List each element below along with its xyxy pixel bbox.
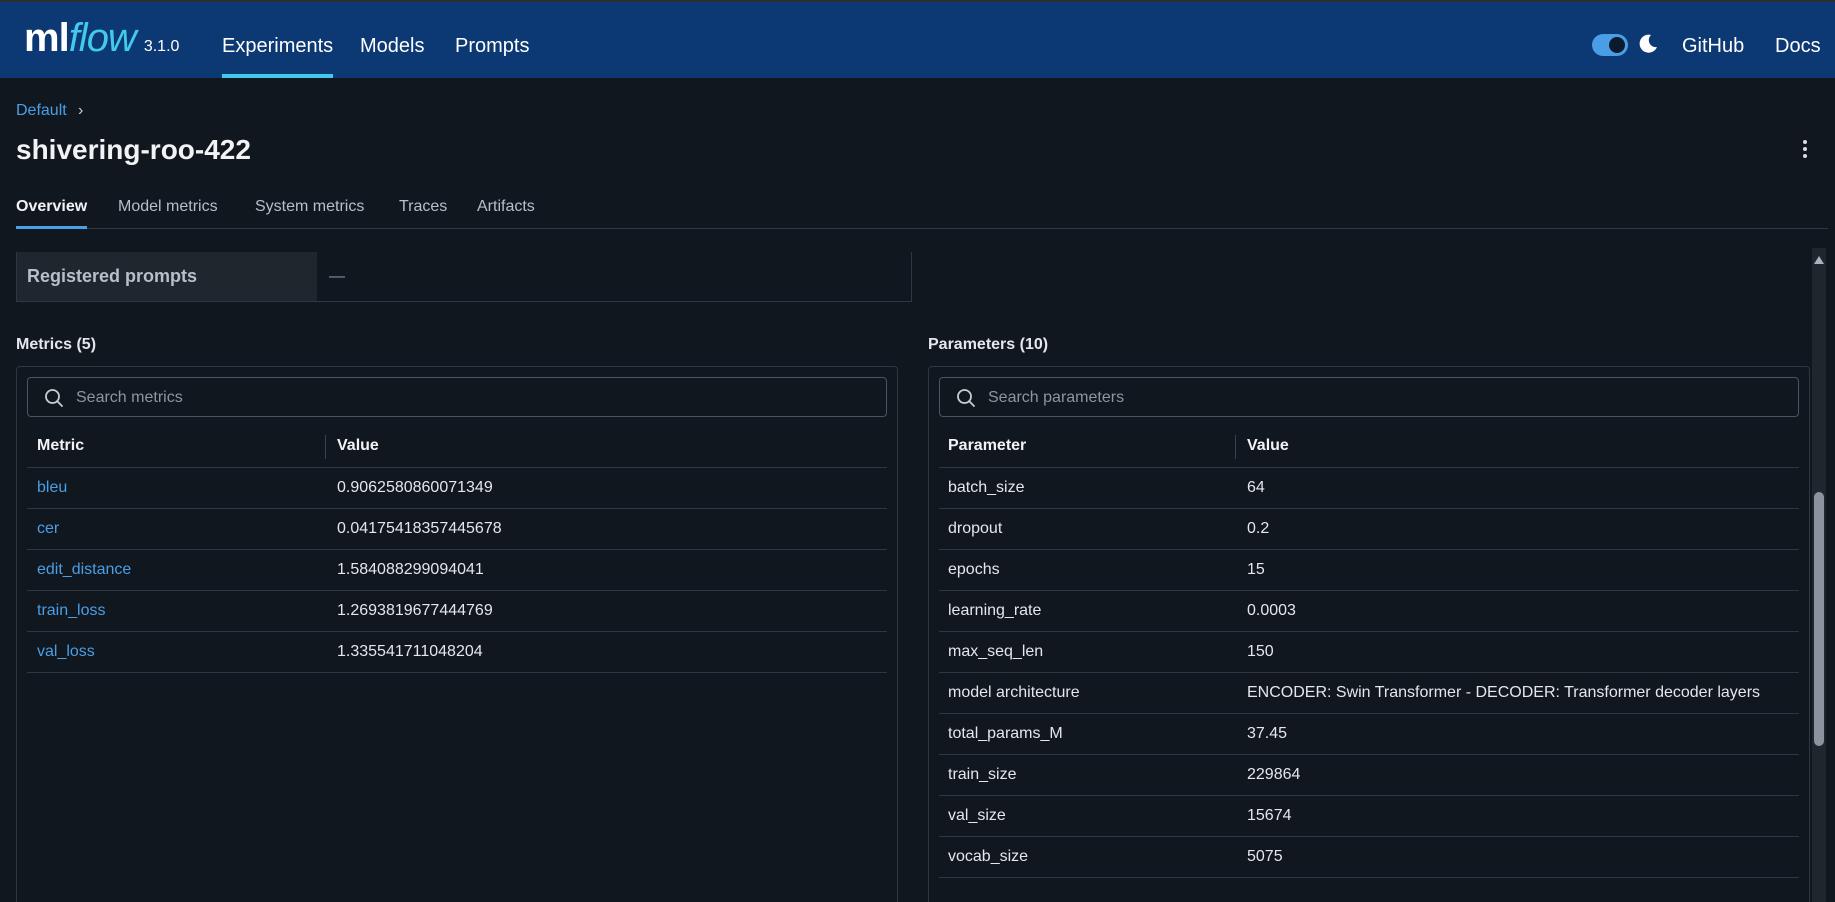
parameter-value: 64 <box>1247 479 1265 496</box>
parameters-table-header: Parameter Value <box>939 423 1799 468</box>
toggle-knob <box>1609 37 1625 53</box>
parameter-name: train_size <box>948 766 1017 783</box>
metric-column-header[interactable]: Metric <box>37 423 84 469</box>
parameter-name: learning_rate <box>948 602 1042 619</box>
logo-flow-text: flow <box>68 16 137 60</box>
table-row: train_loss 1.2693819677444769 <box>27 591 887 632</box>
parameter-value: 5075 <box>1247 848 1283 865</box>
metric-name-link[interactable]: cer <box>37 509 59 549</box>
run-title: shivering-roo-422 <box>16 134 251 165</box>
table-row: max_seq_len 150 <box>939 632 1799 673</box>
parameters-heading: Parameters (10) <box>928 336 1049 353</box>
registered-prompts-row: Registered prompts — <box>16 252 912 302</box>
column-divider[interactable] <box>1235 435 1236 459</box>
scrollbar-thumb[interactable] <box>1814 492 1824 746</box>
column-divider[interactable] <box>325 435 326 459</box>
table-row: learning_rate 0.0003 <box>939 591 1799 632</box>
metric-name-link[interactable]: val_loss <box>37 632 95 672</box>
table-row: bleu 0.9062580860071349 <box>27 468 887 509</box>
table-row: val_size 15674 <box>939 796 1799 837</box>
kebab-dot <box>1803 140 1807 144</box>
table-row: model architecture ENCODER: Swin Transfo… <box>939 673 1799 714</box>
tab-traces[interactable]: Traces <box>399 198 447 228</box>
metric-name-link[interactable]: bleu <box>37 468 67 508</box>
search-icon <box>957 389 975 407</box>
parameter-name: total_params_M <box>948 725 1063 742</box>
metrics-table: Metric Value bleu 0.9062580860071349 cer… <box>27 423 887 673</box>
nav-experiments[interactable]: Experiments <box>222 2 334 78</box>
mlflow-logo[interactable]: ml flow 3.1.0 <box>24 16 179 61</box>
top-navigation-bar: ml flow 3.1.0 Experiments Models Prompts… <box>0 0 1835 78</box>
logo-ml-text: ml <box>24 16 70 60</box>
table-row: train_size 229864 <box>939 755 1799 796</box>
registered-prompts-label: Registered prompts <box>17 252 317 301</box>
metrics-heading: Metrics (5) <box>16 336 97 353</box>
metric-name-link[interactable]: edit_distance <box>37 550 131 590</box>
parameter-value: 15 <box>1247 561 1265 578</box>
breadcrumb-chevron-icon: › <box>78 102 84 119</box>
parameter-value: 150 <box>1247 643 1274 660</box>
parameter-value: 229864 <box>1247 766 1301 783</box>
metric-value: 0.9062580860071349 <box>337 479 493 496</box>
parameter-name: val_size <box>948 807 1006 824</box>
kebab-dot <box>1803 154 1807 158</box>
parameter-name: dropout <box>948 520 1003 537</box>
moon-icon <box>1639 34 1657 53</box>
registered-prompts-value: — <box>329 268 345 285</box>
nav-models[interactable]: Models <box>360 2 424 78</box>
metric-value: 1.2693819677444769 <box>337 602 493 619</box>
value-column-header[interactable]: Value <box>1247 423 1289 469</box>
metrics-table-header: Metric Value <box>27 423 887 468</box>
table-row: cer 0.04175418357445678 <box>27 509 887 550</box>
search-icon <box>45 389 63 407</box>
metric-value: 0.04175418357445678 <box>337 520 502 537</box>
table-row: total_params_M 37.45 <box>939 714 1799 755</box>
parameter-value: ENCODER: Swin Transformer - DECODER: Tra… <box>1247 684 1761 701</box>
table-row: edit_distance 1.584088299094041 <box>27 550 887 591</box>
parameter-value: 0.2 <box>1247 520 1270 537</box>
parameters-table: Parameter Value batch_size 64 dropout 0.… <box>939 423 1799 878</box>
metrics-search-input[interactable] <box>74 378 765 418</box>
tab-overview[interactable]: Overview <box>16 198 88 229</box>
table-row: batch_size 64 <box>939 468 1799 509</box>
metrics-search-box[interactable] <box>27 377 887 418</box>
breadcrumb-default[interactable]: Default <box>16 102 67 120</box>
kebab-dot <box>1803 147 1807 151</box>
parameter-name: epochs <box>948 561 1000 578</box>
tab-artifacts[interactable]: Artifacts <box>477 198 535 228</box>
parameter-value: 15674 <box>1247 807 1292 824</box>
parameters-search-input[interactable] <box>986 378 1677 418</box>
metrics-panel: Metric Value bleu 0.9062580860071349 cer… <box>16 366 898 902</box>
github-link[interactable]: GitHub <box>1682 2 1744 78</box>
kebab-menu-icon[interactable] <box>1800 138 1810 162</box>
version-label: 3.1.0 <box>143 38 180 55</box>
dark-mode-toggle[interactable] <box>1592 34 1628 56</box>
metric-value: 1.335541711048204 <box>337 643 483 660</box>
parameter-name: vocab_size <box>948 848 1029 865</box>
metric-name-link[interactable]: train_loss <box>37 591 105 631</box>
table-row: dropout 0.2 <box>939 509 1799 550</box>
parameter-value: 0.0003 <box>1247 602 1296 619</box>
run-tabs: Overview Model metrics System metrics Tr… <box>16 198 1828 229</box>
parameter-name: batch_size <box>948 479 1025 496</box>
table-row: val_loss 1.335541711048204 <box>27 632 887 673</box>
tab-system-metrics[interactable]: System metrics <box>255 198 364 228</box>
parameter-name: model architecture <box>948 684 1080 701</box>
nav-prompts[interactable]: Prompts <box>455 2 529 78</box>
parameter-name: max_seq_len <box>948 643 1044 660</box>
scroll-up-arrow-icon[interactable] <box>1814 256 1824 264</box>
value-column-header[interactable]: Value <box>337 423 379 469</box>
docs-link[interactable]: Docs <box>1775 2 1821 78</box>
table-row: epochs 15 <box>939 550 1799 591</box>
metric-value: 1.584088299094041 <box>337 561 484 578</box>
table-row: vocab_size 5075 <box>939 837 1799 878</box>
parameter-column-header[interactable]: Parameter <box>948 423 1026 469</box>
parameter-value: 37.45 <box>1247 725 1288 742</box>
tab-model-metrics[interactable]: Model metrics <box>118 198 218 228</box>
parameters-panel: Parameter Value batch_size 64 dropout 0.… <box>928 366 1810 902</box>
parameters-search-box[interactable] <box>939 377 1799 418</box>
